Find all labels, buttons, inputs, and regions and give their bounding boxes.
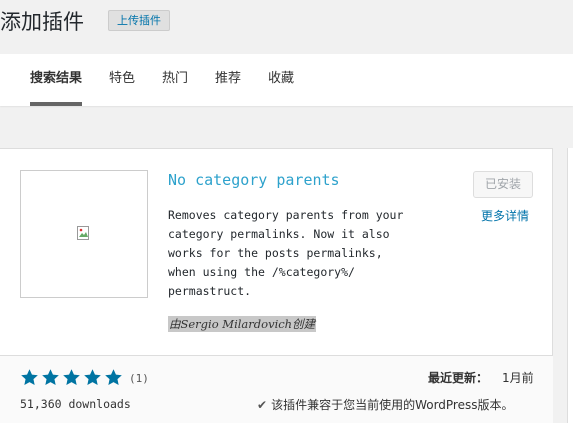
download-count: 51,360 downloads <box>20 397 131 411</box>
plugin-description: Removes category parents from your categ… <box>168 208 404 298</box>
last-updated-label: 最近更新： <box>428 371 489 385</box>
next-plugin-card-edge <box>567 148 573 423</box>
last-updated-value: 1月前 <box>502 371 534 385</box>
page-title: 添加插件 <box>0 10 84 34</box>
more-details-link[interactable]: 更多详情 <box>481 207 529 224</box>
star-icon <box>105 369 122 386</box>
star-icon <box>84 369 101 386</box>
tab-recommended[interactable]: 推荐 <box>215 54 241 106</box>
plugin-name-link[interactable]: No category parents <box>168 171 340 189</box>
rating-count: (1) <box>129 372 149 385</box>
upload-plugin-button[interactable]: 上传插件 <box>108 10 170 31</box>
compatibility-text: 该插件兼容于您当前使用的WordPress版本。 <box>271 398 514 412</box>
tab-favorites[interactable]: 收藏 <box>268 54 294 106</box>
installed-button[interactable]: 已安装 <box>473 171 533 198</box>
star-rating <box>20 368 123 388</box>
star-icon <box>63 369 80 386</box>
compatibility-notice: ✔ 该插件兼容于您当前使用的WordPress版本。 <box>257 396 514 413</box>
plugin-card: No category parents Removes category par… <box>0 148 553 423</box>
star-icon <box>21 369 38 386</box>
plugin-card-bottom: (1) 51,360 downloads 最近更新： 1月前 ✔ 该插件兼容于您当前… <box>0 355 553 423</box>
tab-popular[interactable]: 热门 <box>162 54 188 106</box>
check-icon: ✔ <box>257 398 268 412</box>
tab-search-results[interactable]: 搜索结果 <box>30 54 83 106</box>
plugin-icon[interactable] <box>20 170 148 298</box>
tab-featured[interactable]: 特色 <box>109 54 135 106</box>
last-updated: 最近更新： 1月前 <box>428 369 534 386</box>
page-header: 添加插件 上传插件 <box>0 0 573 54</box>
star-icon <box>42 369 59 386</box>
plugin-author: 由Sergio Milardovich创建 <box>168 316 317 332</box>
filter-bar: 搜索结果 特色 热门 推荐 收藏 <box>0 54 573 106</box>
broken-image-icon <box>77 226 89 240</box>
